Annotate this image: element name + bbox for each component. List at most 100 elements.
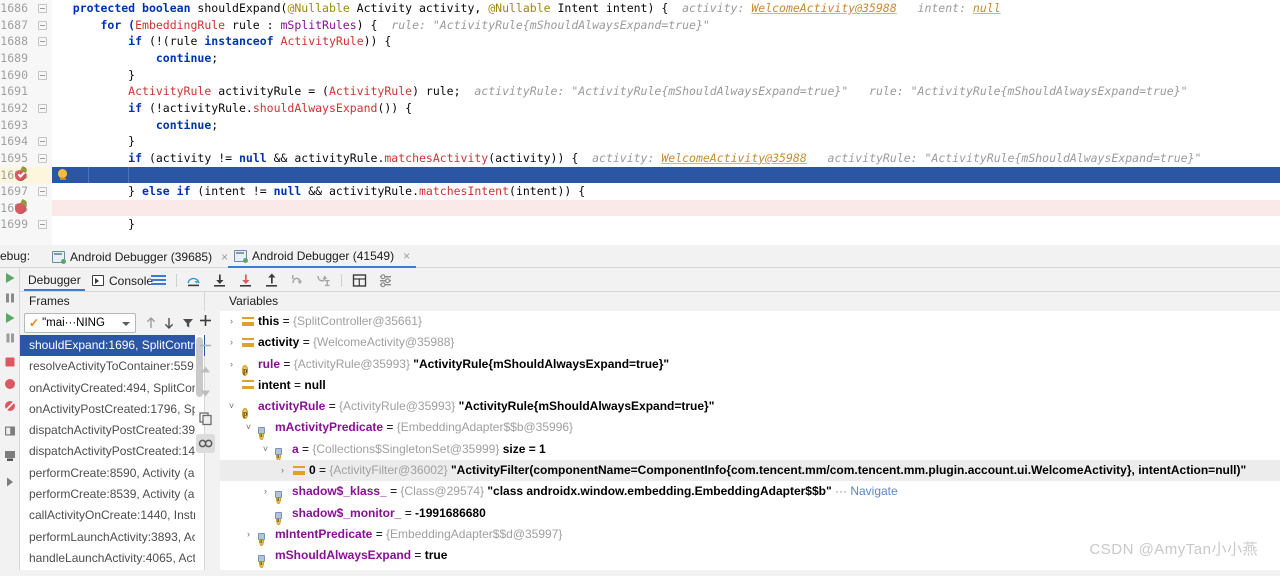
move-down-icon[interactable] (196, 384, 215, 403)
variable-row[interactable]: ˅ f mActivityPredicate = {EmbeddingAdapter… (220, 417, 1280, 440)
navigate-link[interactable]: Navigate (850, 484, 897, 498)
settings-icon[interactable] (2, 448, 18, 464)
fold-toggle-icon[interactable] (38, 103, 47, 113)
fold-toggle-icon[interactable] (38, 20, 47, 30)
variable-row[interactable]: › this = {SplitController@35661} (220, 311, 1280, 332)
variable-row[interactable]: › p rule = {ActivityRule@35993} "ActivityR… (220, 354, 1280, 377)
frame-item-selected[interactable]: shouldExpand:1696, SplitContro (20, 335, 205, 357)
move-up-icon[interactable] (196, 361, 215, 380)
frame-item[interactable]: onActivityPostCreated:1796, Sp (20, 399, 205, 420)
tab-debugger[interactable]: Debugger (24, 270, 85, 291)
tab-console[interactable]: Console (88, 270, 157, 291)
copy-icon[interactable] (196, 409, 215, 428)
step-into-icon[interactable] (211, 272, 228, 289)
debug-session-tabs[interactable]: ebug: Android Debugger (39685) × Android… (0, 245, 1280, 268)
expand-chevron-icon[interactable]: › (226, 311, 237, 332)
fold-toggle-icon[interactable] (38, 220, 47, 230)
code-line[interactable]: if (!(rule instanceof ActivityRule)) { (52, 33, 1280, 50)
resume-program-icon[interactable] (2, 310, 18, 326)
code-line[interactable]: } (52, 67, 1280, 84)
code-line[interactable]: } (52, 216, 1280, 233)
filter-icon[interactable] (181, 316, 195, 330)
code-line[interactable]: for (EmbeddingRule rule : mSplitRules) {… (52, 17, 1280, 34)
code-line[interactable]: } else if (intent != null && activityRul… (52, 183, 1280, 200)
remove-icon[interactable] (196, 336, 215, 355)
code-line[interactable]: ActivityRule activityRule = (ActivityRul… (52, 83, 1280, 100)
code-line[interactable]: protected boolean shouldExpand(@Nullable… (52, 0, 1280, 17)
code-line[interactable]: } (52, 133, 1280, 150)
variables-side-toolbar[interactable] (196, 311, 215, 501)
variable-row[interactable]: f shadow$_monitor_ = -1991686680 (220, 503, 1280, 526)
code-line[interactable]: if (activity != null && activityRule.mat… (52, 150, 1280, 167)
thread-selector-row[interactable]: ✓ "mai···NING (20, 311, 205, 335)
fold-toggle-icon[interactable] (38, 187, 47, 197)
down-stack-icon[interactable] (162, 316, 176, 330)
fold-toggle-icon[interactable] (38, 137, 47, 147)
variable-row[interactable]: ˅ p activityRule = {ActivityRule@35993} "A… (220, 396, 1280, 419)
breakpoint-icon[interactable] (15, 169, 26, 181)
frames-list[interactable]: shouldExpand:1696, SplitContro resolveAct… (20, 335, 205, 576)
frame-item[interactable]: performCreate:8539, Activity (a (20, 484, 205, 505)
variable-row[interactable]: › 0 = {ActivityFilter@36002} "ActivityFil… (220, 460, 1280, 482)
fold-toggle-icon[interactable] (38, 153, 47, 163)
close-icon[interactable]: × (403, 249, 410, 263)
session-tab-41549[interactable]: Android Debugger (41549) × (228, 245, 417, 268)
pause-program-icon[interactable] (2, 330, 18, 346)
force-step-into-icon[interactable] (237, 272, 254, 289)
frame-item[interactable]: performLaunchActivity:3893, Ac (20, 527, 205, 548)
step-over-icon[interactable] (185, 272, 202, 289)
expand-chevron-icon[interactable]: › (226, 354, 237, 375)
settings-icon[interactable] (377, 272, 394, 289)
frame-item[interactable]: onActivityCreated:494, SplitCon (20, 378, 205, 399)
variable-row[interactable]: ˅ f a = {Collections$SingletonSet@35999} s… (220, 439, 1280, 462)
pause-program-icon[interactable] (2, 290, 18, 306)
frame-item[interactable]: dispatchActivityPostCreated:14 (20, 441, 205, 462)
collapse-chevron-icon[interactable]: ˅ (260, 439, 271, 460)
expand-chevron-icon[interactable]: › (260, 481, 271, 502)
chevron-down-icon[interactable] (122, 322, 130, 326)
fold-toggle-icon[interactable] (38, 4, 47, 13)
session-tab-39685[interactable]: Android Debugger (39685) × (46, 245, 234, 268)
frame-item[interactable]: handleLaunchActivity:4065, Acti (20, 548, 205, 569)
variable-value: "ActivityRule{mShouldAlwaysExpand=true}" (409, 356, 670, 371)
intention-bulb-icon[interactable] (58, 168, 68, 180)
frame-item[interactable]: performCreate:8590, Activity (a (20, 463, 205, 484)
variable-row[interactable]: intent = null (220, 375, 1280, 396)
resume-program-icon[interactable] (2, 270, 18, 286)
drop-frame-icon[interactable] (289, 272, 306, 289)
hide-icon[interactable] (2, 474, 18, 490)
debugger-toolbar[interactable]: Debugger Console (0, 268, 1280, 292)
run-to-cursor-icon[interactable] (315, 272, 332, 289)
add-icon[interactable] (196, 311, 215, 330)
step-out-icon[interactable] (263, 272, 280, 289)
layout-settings-icon[interactable] (151, 273, 166, 290)
variables-tree[interactable]: › this = {SplitController@35661} › activity… (220, 311, 1280, 576)
variable-row[interactable]: › activity = {WelcomeActivity@35988} (220, 332, 1280, 353)
frame-item[interactable]: resolveActivityToContainer:559, (20, 356, 205, 377)
equals-sign: = (386, 484, 401, 499)
evaluate-expression-icon[interactable] (351, 272, 368, 289)
fold-toggle-icon[interactable] (38, 37, 47, 47)
collapse-chevron-icon[interactable]: ˅ (243, 417, 254, 438)
code-line[interactable]: continue; (52, 50, 1280, 67)
debug-actions-toolbar[interactable] (0, 268, 20, 576)
collapse-chevron-icon[interactable]: ˅ (226, 396, 237, 417)
code-editor[interactable]: protected boolean shouldExpand(@Nullable… (0, 0, 1280, 245)
inspect-icon[interactable] (196, 434, 215, 453)
expand-chevron-icon[interactable]: › (243, 524, 254, 545)
layout-icon[interactable] (2, 423, 18, 439)
expand-chevron-icon[interactable]: › (226, 332, 237, 353)
mute-breakpoints-icon[interactable] (2, 398, 18, 414)
code-line[interactable]: continue; (52, 117, 1280, 134)
expand-chevron-icon[interactable]: › (277, 460, 288, 481)
fold-toggle-icon[interactable] (38, 70, 47, 80)
code-line[interactable]: if (!activityRule.shouldAlwaysExpand()) … (52, 100, 1280, 117)
stop-icon[interactable] (2, 354, 18, 370)
view-breakpoints-icon[interactable] (2, 376, 18, 392)
breakpoint-icon[interactable] (15, 202, 26, 214)
up-stack-icon[interactable] (144, 316, 158, 330)
frame-item[interactable]: callActivityOnCreate:1440, Instr (20, 505, 205, 526)
thread-combo[interactable]: ✓ "mai···NING (24, 313, 136, 333)
variable-row[interactable]: › f shadow$_klass_ = {Class@29574} "class … (220, 481, 1280, 504)
frame-item[interactable]: dispatchActivityPostCreated:39 (20, 420, 205, 441)
